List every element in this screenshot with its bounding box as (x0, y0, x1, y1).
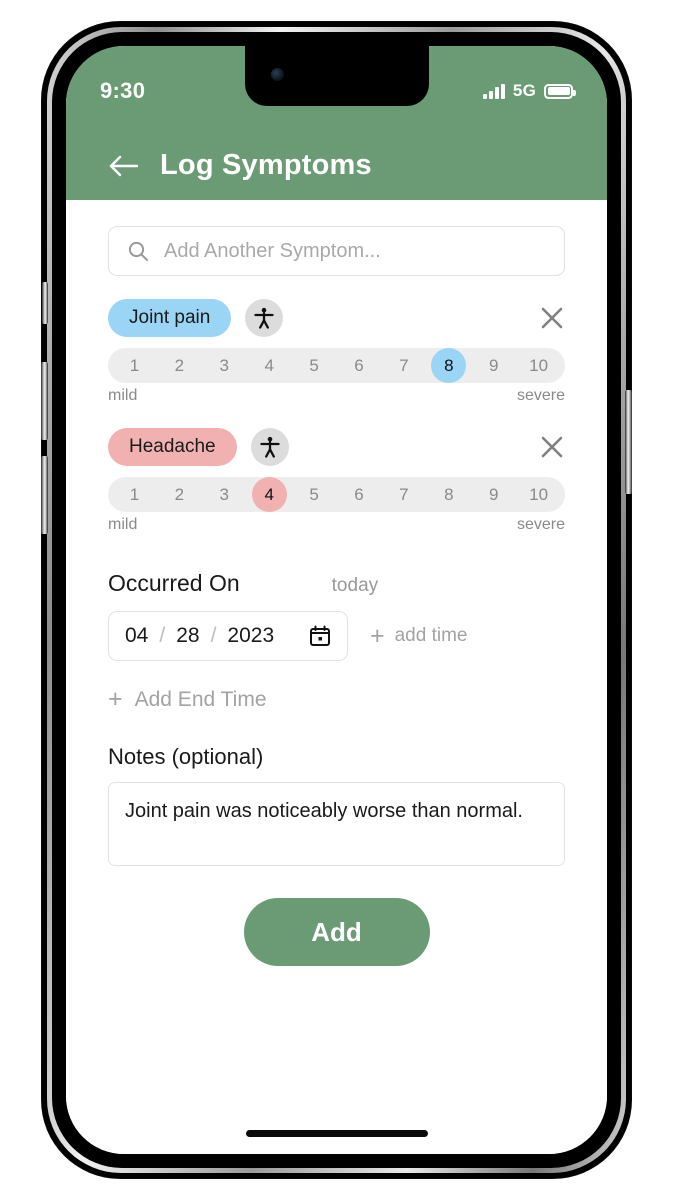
symptom-header: Joint pain (108, 298, 565, 338)
severity-selected-value: 8 (431, 348, 467, 383)
plus-icon: + (108, 685, 123, 713)
severity-scale[interactable]: 1 2 3 4 5 6 7 8 9 10 (108, 477, 565, 512)
date-separator: / (159, 624, 166, 647)
date-field[interactable]: 04 / 28 / 2023 (108, 611, 348, 661)
add-end-time-label: Add End Time (134, 687, 267, 711)
severity-option[interactable]: 7 (381, 485, 426, 505)
today-label: today (331, 575, 379, 596)
body-figure-icon[interactable] (250, 428, 289, 466)
submit-row: Add (108, 898, 565, 966)
plus-icon: + (370, 621, 385, 650)
severity-option[interactable]: 2 (157, 356, 202, 376)
notes-input[interactable]: Joint pain was noticeably worse than nor… (108, 782, 565, 866)
severity-option-selected[interactable]: 8 (426, 348, 471, 383)
status-time: 9:30 (100, 78, 146, 103)
calendar-icon[interactable] (309, 625, 331, 647)
severity-option[interactable]: 8 (426, 485, 471, 505)
battery-full-icon (544, 83, 576, 99)
severity-option[interactable]: 10 (516, 485, 561, 505)
main-content: Add Another Symptom... Joint pain 1 2 3 … (66, 200, 607, 1154)
remove-symptom-button[interactable] (539, 434, 565, 460)
phone-screen: 9:30 5G Log Symptoms Add Another Symptom… (66, 46, 607, 1154)
severity-option[interactable]: 5 (292, 356, 337, 376)
occurred-on-label: Occurred On (108, 570, 240, 596)
volume-down-button[interactable] (41, 456, 48, 534)
date-month[interactable]: 04 (125, 624, 148, 648)
search-icon (128, 241, 148, 261)
status-indicators: 5G (483, 81, 576, 101)
remove-symptom-button[interactable] (539, 305, 565, 331)
back-arrow-icon[interactable] (108, 153, 138, 179)
date-day[interactable]: 28 (176, 624, 199, 648)
title-bar: Log Symptoms (66, 149, 607, 182)
scale-low-label: mild (108, 387, 138, 404)
scale-high-label: severe (516, 516, 565, 533)
add-end-time-button[interactable]: + Add End Time (108, 687, 565, 712)
front-camera-icon (270, 68, 284, 81)
date-row: 04 / 28 / 2023 + add time (108, 611, 565, 661)
severity-option[interactable]: 5 (292, 485, 337, 505)
search-input[interactable]: Add Another Symptom... (164, 240, 381, 263)
severity-selected-value: 4 (251, 477, 287, 512)
symptom-row: Joint pain 1 2 3 4 5 6 7 8 9 10 mild sev… (108, 298, 565, 405)
scale-end-labels: mild severe (108, 516, 565, 534)
severity-option[interactable]: 9 (471, 485, 516, 505)
severity-option[interactable]: 7 (381, 356, 426, 376)
severity-option[interactable]: 1 (112, 356, 157, 376)
severity-option[interactable]: 3 (202, 485, 247, 505)
network-type-label: 5G (512, 81, 536, 100)
severity-option[interactable]: 2 (157, 485, 202, 505)
severity-option[interactable]: 6 (337, 356, 382, 376)
page-title: Log Symptoms (160, 149, 372, 181)
scale-end-labels: mild severe (108, 387, 565, 405)
add-time-button[interactable]: + add time (370, 621, 468, 650)
volume-up-button[interactable] (41, 362, 48, 440)
add-time-label: add time (394, 625, 468, 646)
notes-label: Notes (optional) (108, 744, 264, 769)
signal-bars-icon (483, 83, 505, 99)
occurred-on-section: Occurred On today (108, 570, 565, 597)
symptom-row: Headache 1 2 3 4 5 6 7 8 9 10 mild sever… (108, 427, 565, 534)
severity-option[interactable]: 9 (471, 356, 516, 376)
severity-scale[interactable]: 1 2 3 4 5 6 7 8 9 10 (108, 348, 565, 383)
severity-option-selected[interactable]: 4 (247, 477, 292, 512)
date-separator: / (210, 624, 217, 647)
severity-option[interactable]: 10 (516, 356, 561, 376)
severity-option[interactable]: 6 (337, 485, 382, 505)
phone-notch (244, 46, 429, 106)
severity-option[interactable]: 4 (247, 356, 292, 376)
scale-high-label: severe (516, 387, 565, 404)
date-year[interactable]: 2023 (227, 624, 274, 648)
severity-option[interactable]: 3 (202, 356, 247, 376)
body-figure-icon[interactable] (245, 299, 284, 337)
add-button[interactable]: Add (243, 898, 430, 966)
scale-low-label: mild (108, 516, 138, 533)
home-indicator[interactable] (245, 1130, 428, 1137)
symptom-chip[interactable]: Headache (108, 428, 237, 466)
power-button[interactable] (625, 390, 632, 494)
symptom-header: Headache (108, 427, 565, 467)
severity-option[interactable]: 1 (112, 485, 157, 505)
screenshot-stage: 9:30 5G Log Symptoms Add Another Symptom… (0, 0, 673, 1200)
symptom-chip[interactable]: Joint pain (108, 299, 232, 337)
silent-switch-button[interactable] (42, 282, 48, 324)
search-symptom-field[interactable]: Add Another Symptom... (108, 226, 565, 276)
